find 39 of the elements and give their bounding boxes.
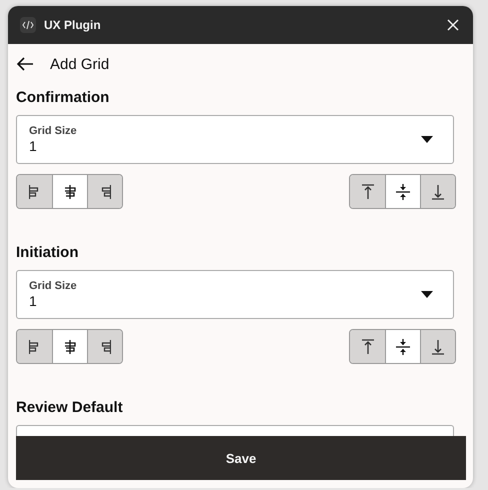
align-right-icon bbox=[100, 182, 110, 200]
alignment-button[interactable] bbox=[420, 330, 455, 363]
code-icon bbox=[20, 17, 36, 33]
back-arrow-icon bbox=[16, 57, 34, 71]
align-left-icon bbox=[29, 338, 40, 356]
align-left-icon bbox=[29, 182, 40, 200]
align-right-icon bbox=[100, 338, 110, 356]
align-middle-icon bbox=[394, 182, 412, 200]
alignment-button[interactable] bbox=[87, 330, 122, 363]
window-title: UX Plugin bbox=[44, 18, 102, 32]
dropdown-caret-icon bbox=[421, 136, 433, 143]
align-middle-icon bbox=[394, 338, 412, 356]
alignment-button[interactable] bbox=[52, 175, 87, 208]
alignment-button[interactable] bbox=[87, 175, 122, 208]
page-title: Add Grid bbox=[50, 56, 110, 72]
close-button[interactable] bbox=[445, 17, 461, 33]
align-bottom-icon bbox=[429, 182, 447, 200]
alignment-button[interactable] bbox=[52, 330, 87, 363]
section-title: Initiation bbox=[16, 243, 80, 263]
dropdown-caret-icon bbox=[421, 291, 433, 298]
field-label: Grid Size bbox=[29, 125, 77, 137]
close-icon bbox=[447, 19, 459, 31]
section-title: Review Default bbox=[16, 398, 124, 418]
alignment-button[interactable] bbox=[350, 175, 385, 208]
field-label: Grid Size bbox=[29, 280, 77, 292]
alignment-button[interactable] bbox=[17, 330, 52, 363]
align-bottom-icon bbox=[429, 338, 447, 356]
grid-size-dropdown[interactable]: Grid Size 1 bbox=[16, 270, 454, 319]
alignment-button[interactable] bbox=[385, 175, 420, 208]
alignment-button[interactable] bbox=[350, 330, 385, 363]
alignment-button[interactable] bbox=[420, 175, 455, 208]
alignment-button[interactable] bbox=[385, 330, 420, 363]
section-title: Confirmation bbox=[16, 88, 110, 108]
field-value: 1 bbox=[29, 293, 38, 309]
alignment-button[interactable] bbox=[17, 175, 52, 208]
field-value: 1 bbox=[29, 138, 38, 154]
back-button[interactable] bbox=[16, 57, 34, 71]
grid-size-dropdown[interactable]: Grid Size 1 bbox=[16, 115, 454, 164]
save-button[interactable]: Save bbox=[16, 436, 466, 480]
